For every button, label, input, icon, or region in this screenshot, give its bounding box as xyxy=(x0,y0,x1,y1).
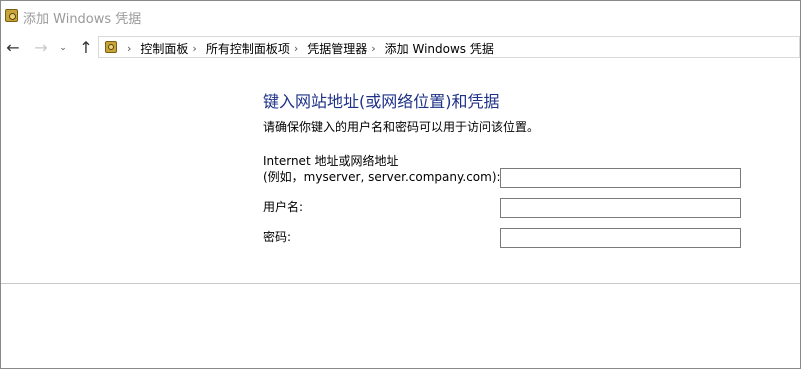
chevron-right-icon[interactable]: › xyxy=(192,42,196,55)
recent-locations-chevron-down-icon[interactable]: ⌄ xyxy=(57,37,69,59)
chevron-right-icon[interactable]: › xyxy=(294,42,298,55)
title-bar[interactable]: 添加 Windows 凭据 xyxy=(1,1,800,31)
password-label: 密码: xyxy=(263,230,292,244)
back-arrow-icon[interactable]: ← xyxy=(3,37,23,59)
password-field[interactable] xyxy=(500,228,741,248)
page-heading: 键入网站地址(或网络位置)和凭据 xyxy=(263,92,500,111)
username-field[interactable] xyxy=(500,198,741,218)
instruction-text: 请确保你键入的用户名和密码可以用于访问该位置。 xyxy=(263,120,540,134)
breadcrumb-add-windows-credential[interactable]: 添加 Windows 凭据 xyxy=(385,40,494,57)
up-arrow-icon[interactable]: ↑ xyxy=(76,37,96,59)
chevron-right-icon[interactable]: › xyxy=(371,42,375,55)
internet-address-label-line2: (例如，myserver, server.company.com): xyxy=(263,170,501,184)
forward-arrow-icon[interactable]: → xyxy=(31,37,51,59)
internet-address-label: Internet 地址或网络地址 (例如，myserver, server.co… xyxy=(263,153,501,185)
internet-address-label-line1: Internet 地址或网络地址 xyxy=(263,154,399,168)
credential-manager-icon xyxy=(5,9,18,22)
control-panel-icon xyxy=(105,41,117,53)
breadcrumb-all-control-panel-items[interactable]: 所有控制面板项 xyxy=(206,40,290,57)
window-title: 添加 Windows 凭据 xyxy=(23,12,142,27)
chevron-right-icon[interactable]: › xyxy=(127,42,131,55)
username-label: 用户名: xyxy=(263,200,304,214)
address-bar[interactable]: › 控制面板 › 所有控制面板项 › 凭据管理器 › 添加 Windows 凭据 xyxy=(98,36,800,58)
divider xyxy=(1,283,800,284)
internet-address-field[interactable] xyxy=(500,168,741,188)
breadcrumb: › 控制面板 › 所有控制面板项 › 凭据管理器 › 添加 Windows 凭据 xyxy=(123,40,494,57)
breadcrumb-control-panel[interactable]: 控制面板 xyxy=(140,40,188,57)
breadcrumb-credential-manager[interactable]: 凭据管理器 xyxy=(307,40,367,57)
navigation-bar: ← → ⌄ ↑ › 控制面板 › 所有控制面板项 › 凭据管理器 › 添加 Wi… xyxy=(1,36,800,60)
